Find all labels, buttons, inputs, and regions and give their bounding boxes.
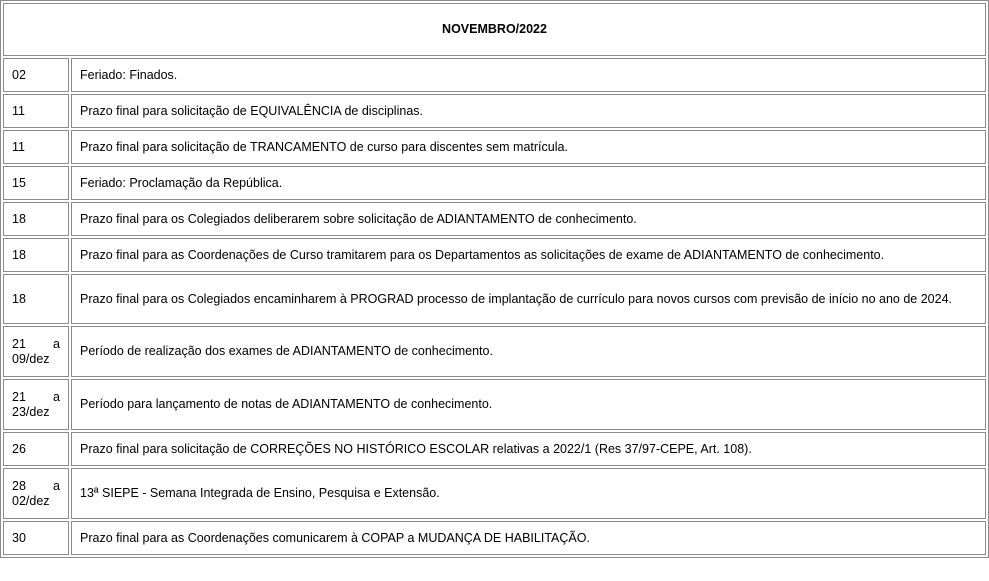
table-row: 21 a 09/dez Período de realização dos ex… xyxy=(3,326,986,377)
event-description: Feriado: Proclamação da República. xyxy=(71,166,986,200)
table-row: 18 Prazo final para os Colegiados encami… xyxy=(3,274,986,324)
table-row: 28 a 02/dez 13ª SIEPE - Semana Integrada… xyxy=(3,468,986,519)
event-description: Prazo final para os Colegiados deliberar… xyxy=(71,202,986,236)
event-description: Prazo final para solicitação de EQUIVALÊ… xyxy=(71,94,986,128)
event-description: 13ª SIEPE - Semana Integrada de Ensino, … xyxy=(71,468,986,519)
event-description: Feriado: Finados. xyxy=(71,58,986,92)
table-row: 30 Prazo final para as Coordenações comu… xyxy=(3,521,986,555)
event-date: 30 xyxy=(3,521,69,555)
event-date: 11 xyxy=(3,94,69,128)
table-row: 15 Feriado: Proclamação da República. xyxy=(3,166,986,200)
academic-calendar-table: NOVEMBRO/2022 02 Feriado: Finados. 11 Pr… xyxy=(0,0,989,558)
event-date: 21 a 09/dez xyxy=(3,326,69,377)
table-row: 18 Prazo final para os Colegiados delibe… xyxy=(3,202,986,236)
event-date: 21 a 23/dez xyxy=(3,379,69,430)
month-title: NOVEMBRO/2022 xyxy=(3,3,986,56)
event-description: Prazo final para as Coordenações de Curs… xyxy=(71,238,986,272)
event-date: 02 xyxy=(3,58,69,92)
event-description: Prazo final para os Colegiados encaminha… xyxy=(71,274,986,324)
event-date: 26 xyxy=(3,432,69,466)
event-description: Prazo final para solicitação de CORREÇÕE… xyxy=(71,432,986,466)
table-row: 21 a 23/dez Período para lançamento de n… xyxy=(3,379,986,430)
table-row: 18 Prazo final para as Coordenações de C… xyxy=(3,238,986,272)
event-description: Prazo final para as Coordenações comunic… xyxy=(71,521,986,555)
table-row: 11 Prazo final para solicitação de TRANC… xyxy=(3,130,986,164)
event-date: 18 xyxy=(3,274,69,324)
event-description: Prazo final para solicitação de TRANCAME… xyxy=(71,130,986,164)
event-date: 15 xyxy=(3,166,69,200)
table-row: 26 Prazo final para solicitação de CORRE… xyxy=(3,432,986,466)
event-date: 11 xyxy=(3,130,69,164)
event-description: Período para lançamento de notas de ADIA… xyxy=(71,379,986,430)
event-date: 18 xyxy=(3,202,69,236)
table-row: 11 Prazo final para solicitação de EQUIV… xyxy=(3,94,986,128)
event-description: Período de realização dos exames de ADIA… xyxy=(71,326,986,377)
event-date: 18 xyxy=(3,238,69,272)
event-date: 28 a 02/dez xyxy=(3,468,69,519)
month-header-row: NOVEMBRO/2022 xyxy=(3,3,986,56)
table-row: 02 Feriado: Finados. xyxy=(3,58,986,92)
